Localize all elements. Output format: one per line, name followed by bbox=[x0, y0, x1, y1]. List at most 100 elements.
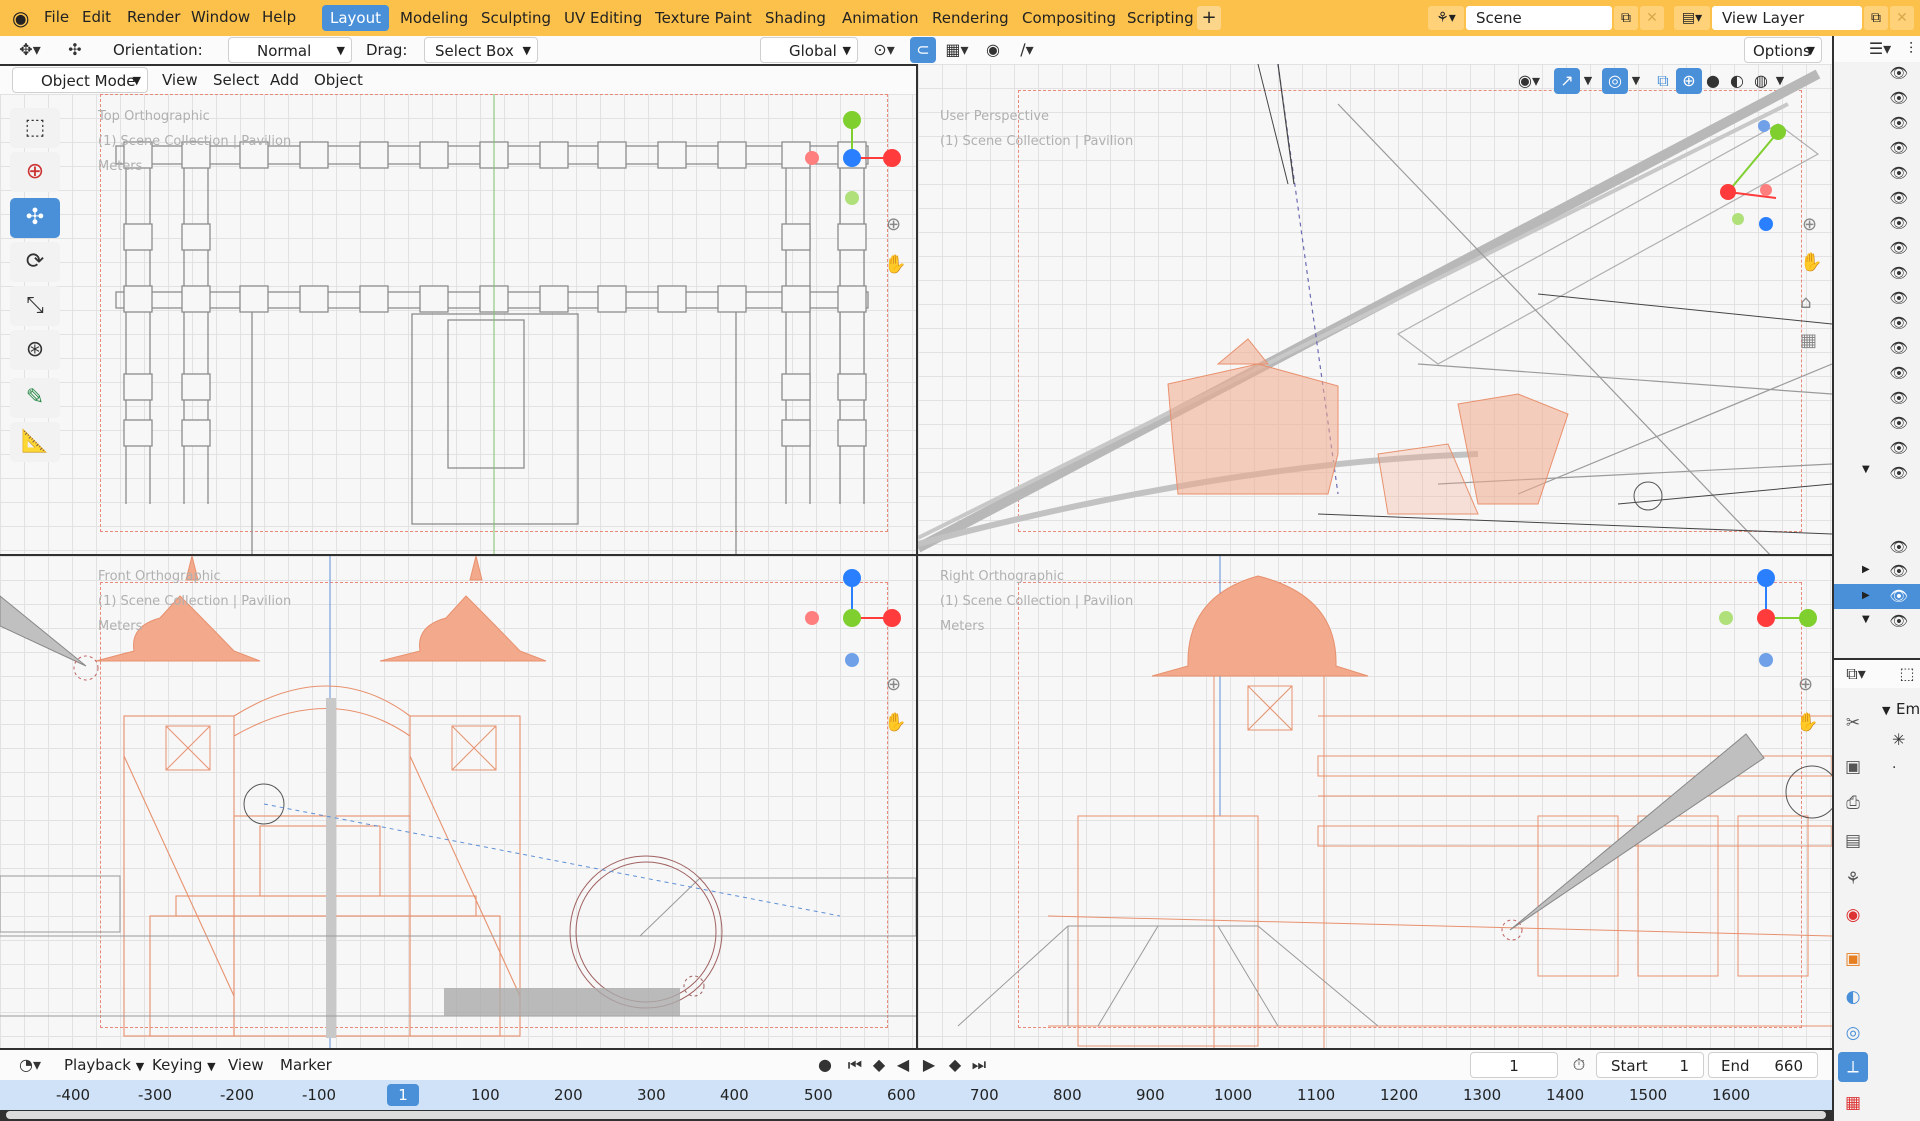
view-layer-field[interactable]: View Layer bbox=[1712, 6, 1862, 30]
tab-sculpting[interactable]: Sculpting bbox=[473, 5, 559, 31]
play-reverse-icon[interactable]: ◀ bbox=[890, 1052, 916, 1078]
emitter-icon[interactable]: ✳ bbox=[1892, 730, 1905, 749]
pivot-point-icon[interactable]: ⊙▾ bbox=[864, 37, 904, 63]
next-keyframe-icon[interactable]: ◆ bbox=[942, 1052, 968, 1078]
outliner-filter-icon[interactable]: ⫶ bbox=[1902, 36, 1920, 62]
object-properties-tab-icon[interactable]: ▣ bbox=[1838, 944, 1868, 974]
menu-help[interactable]: Help bbox=[258, 6, 300, 28]
eye-icon[interactable]: 👁 bbox=[1886, 536, 1912, 558]
tool-properties-tab-icon[interactable]: ✂ bbox=[1838, 708, 1868, 738]
eye-icon[interactable]: 👁 bbox=[1886, 262, 1912, 284]
measure-tool-icon[interactable]: 📐 bbox=[10, 422, 60, 462]
viewport-top-ortho[interactable]: ⊕ ✋ Top Orthographic (1) Scene Collectio… bbox=[0, 94, 916, 554]
falloff-icon[interactable]: ∕▾ bbox=[1008, 37, 1046, 63]
viewport-front-ortho[interactable]: ⊕ ✋ Front Orthographic (1) Scene Collect… bbox=[0, 556, 916, 1048]
collapse-arrow-icon[interactable]: ▼ bbox=[1862, 614, 1870, 625]
eye-icon[interactable]: 👁 bbox=[1886, 212, 1912, 234]
wireframe-shading-icon[interactable]: ⊕ bbox=[1676, 68, 1702, 94]
transform-tool-icon[interactable]: ⊛ bbox=[10, 330, 60, 370]
scene-type-icon[interactable]: ⚘▾ bbox=[1428, 6, 1464, 30]
snap-target-icon[interactable]: ▦▾ bbox=[938, 37, 976, 63]
timeline-menu-playback[interactable]: Playback ▼ bbox=[64, 1052, 144, 1080]
viewport-menu-object[interactable]: Object bbox=[314, 67, 363, 93]
tab-rendering[interactable]: Rendering bbox=[924, 5, 1017, 31]
transform-orientation-dropdown[interactable]: Global ▼ bbox=[760, 37, 858, 63]
options-dropdown[interactable]: Options ▼ bbox=[1744, 37, 1822, 63]
material-shading-icon[interactable]: ◐ bbox=[1724, 68, 1750, 94]
select-box-tool-icon[interactable]: ⬚ bbox=[10, 108, 60, 148]
play-icon[interactable]: ▶ bbox=[916, 1052, 942, 1078]
eye-icon[interactable]: 👁 bbox=[1886, 137, 1912, 159]
output-properties-tab-icon[interactable]: ⎙ bbox=[1838, 788, 1868, 818]
eye-icon[interactable]: 👁 bbox=[1886, 62, 1912, 84]
solid-shading-icon[interactable]: ● bbox=[1700, 68, 1726, 94]
timeline-menu-view[interactable]: View bbox=[228, 1052, 264, 1078]
orientation-dropdown[interactable]: Normal ▼ bbox=[228, 37, 352, 63]
view-layer-icon[interactable]: ▤▾ bbox=[1674, 6, 1710, 30]
eye-icon[interactable]: 👁 bbox=[1886, 362, 1912, 384]
eye-icon[interactable]: 👁 bbox=[1886, 462, 1912, 484]
view-layer-properties-tab-icon[interactable]: ▤ bbox=[1838, 826, 1868, 856]
collapse-arrow-icon[interactable]: ▼ bbox=[1862, 464, 1870, 475]
snap-toggle-icon[interactable]: ⊂ bbox=[910, 37, 936, 63]
menu-edit[interactable]: Edit bbox=[78, 6, 115, 28]
delete-scene-icon[interactable]: ✕ bbox=[1640, 6, 1664, 30]
object-data-properties-tab-icon[interactable]: ⟂ bbox=[1838, 1052, 1868, 1082]
eye-icon[interactable]: 👁 bbox=[1886, 87, 1912, 109]
scene-field[interactable]: Scene bbox=[1466, 6, 1612, 30]
panel-expand-arrow-icon[interactable]: ▼ bbox=[1882, 704, 1890, 717]
timeline-menu-keying[interactable]: Keying ▼ bbox=[152, 1052, 216, 1080]
delete-view-layer-icon[interactable]: ✕ bbox=[1890, 6, 1914, 30]
rotate-tool-icon[interactable]: ⟳ bbox=[10, 242, 60, 282]
eye-icon[interactable]: 👁 bbox=[1886, 387, 1912, 409]
viewport-right-ortho[interactable]: ⊕ ✋ Right Orthographic (1) Scene Collect… bbox=[918, 556, 1832, 1048]
menu-window[interactable]: Window bbox=[187, 6, 254, 28]
jump-end-icon[interactable]: ⏭ bbox=[966, 1052, 992, 1078]
visibility-icon[interactable]: ◉▾ bbox=[1510, 68, 1548, 94]
add-workspace-button[interactable]: + bbox=[1197, 6, 1221, 30]
eye-icon[interactable]: 👁 bbox=[1886, 112, 1912, 134]
end-frame-field[interactable]: End 660 bbox=[1708, 1052, 1818, 1078]
tab-modeling[interactable]: Modeling bbox=[392, 5, 476, 31]
new-scene-icon[interactable]: ⧉ bbox=[1614, 6, 1638, 30]
eye-icon[interactable]: 👁 bbox=[1886, 610, 1912, 632]
rendered-shading-icon[interactable]: ◍ bbox=[1748, 68, 1774, 94]
expand-arrow-icon[interactable]: ▶ bbox=[1862, 564, 1870, 575]
start-frame-field[interactable]: Start 1 bbox=[1596, 1052, 1704, 1078]
tab-compositing[interactable]: Compositing bbox=[1014, 5, 1124, 31]
menu-render[interactable]: Render bbox=[123, 6, 184, 28]
cursor-tool-icon[interactable]: ⊕ bbox=[10, 152, 60, 192]
mode-dropdown[interactable]: Object Mode ▼ bbox=[12, 67, 148, 93]
viewport-menu-add[interactable]: Add bbox=[270, 67, 299, 93]
move-tool-icon[interactable]: ✣ bbox=[62, 37, 88, 63]
eye-icon[interactable]: 👁 bbox=[1886, 412, 1912, 434]
tab-uv-editing[interactable]: UV Editing bbox=[556, 5, 650, 31]
prev-keyframe-icon[interactable]: ◆ bbox=[866, 1052, 892, 1078]
physics-properties-tab-icon[interactable]: ◎ bbox=[1838, 1018, 1868, 1048]
pin-icon[interactable]: ⬚ bbox=[1894, 661, 1920, 687]
current-frame-field[interactable]: 1 bbox=[1470, 1052, 1558, 1078]
timeline-ruler[interactable]: -400 -300 -200 -100 1 100 200 300 400 50… bbox=[0, 1080, 1832, 1110]
properties-editor-type-icon[interactable]: ⧉▾ bbox=[1836, 661, 1876, 687]
outliner[interactable]: 👁 👁 👁 👁 👁 👁 👁 👁 👁 👁 👁 👁 👁 👁 👁 👁 👁 👁 👁 👁 … bbox=[1834, 62, 1920, 658]
menu-file[interactable]: File bbox=[40, 6, 73, 28]
new-view-layer-icon[interactable]: ⧉ bbox=[1864, 6, 1888, 30]
shading-dropdown-icon[interactable]: ▼ bbox=[1772, 68, 1788, 94]
viewport-menu-select[interactable]: Select bbox=[213, 67, 259, 93]
scale-tool-icon[interactable]: ⤡ bbox=[10, 286, 60, 326]
overlay-dropdown-icon[interactable]: ▼ bbox=[1628, 68, 1644, 94]
world-properties-tab-icon[interactable]: ◉ bbox=[1838, 900, 1868, 930]
scene-properties-tab-icon[interactable]: ⚘ bbox=[1838, 864, 1868, 894]
overlay-toggle-icon[interactable]: ◎ bbox=[1602, 68, 1628, 94]
eye-icon[interactable]: 👁 bbox=[1886, 187, 1912, 209]
tab-shading[interactable]: Shading bbox=[757, 5, 834, 31]
move-tool-icon[interactable]: ✣ bbox=[10, 198, 60, 238]
xray-toggle-icon[interactable]: ⧉ bbox=[1650, 68, 1676, 94]
stopwatch-icon[interactable]: ⏱ bbox=[1566, 1052, 1592, 1078]
eye-icon[interactable]: 👁 bbox=[1886, 162, 1912, 184]
tab-texture-paint[interactable]: Texture Paint bbox=[647, 5, 760, 31]
blender-logo-icon[interactable]: ◉ bbox=[12, 7, 36, 29]
render-properties-tab-icon[interactable]: ▣ bbox=[1838, 752, 1868, 782]
eye-icon[interactable]: 👁 bbox=[1886, 312, 1912, 334]
drag-dropdown[interactable]: Select Box ▼ bbox=[424, 37, 538, 63]
